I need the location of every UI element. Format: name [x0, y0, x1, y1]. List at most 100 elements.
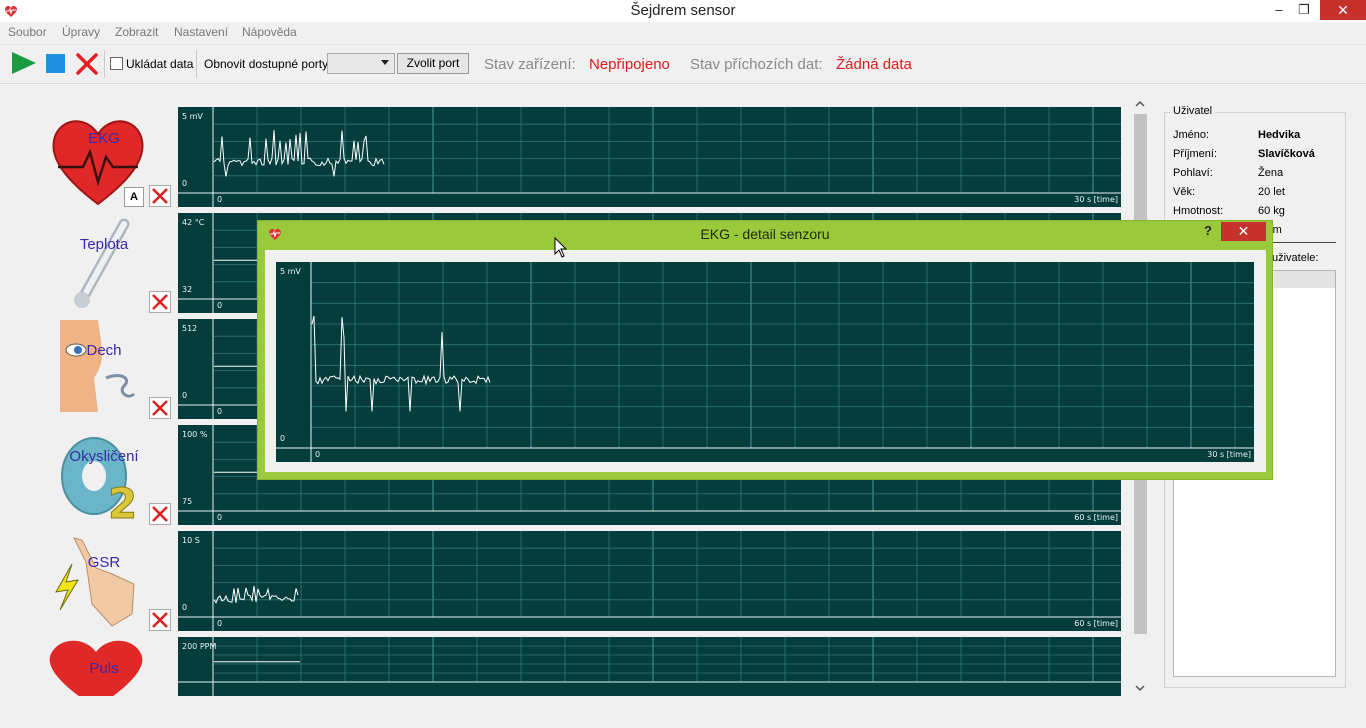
chart-y-max: 10 S — [182, 536, 200, 545]
ekg-chart: 5 mV 0 0 30 s [time] — [178, 107, 1121, 207]
data-status-label: Stav příchozích dat: — [690, 56, 823, 73]
chart-y-min: 0 — [182, 603, 188, 612]
chart-x-min: 0 — [315, 450, 321, 459]
remove-sensor-teplota-button[interactable] — [149, 291, 171, 313]
save-data-label: Ukládat data — [126, 57, 194, 71]
clear-button[interactable] — [75, 52, 99, 76]
user-age: 20 let — [1258, 186, 1285, 198]
restore-button[interactable]: ❐ — [1290, 0, 1318, 20]
ekg-detail-chart: 5 mV 0 0 30 s [time] — [276, 262, 1254, 462]
sensor-label-okysliceni: Okysličení — [69, 448, 139, 465]
chart-x-min: 0 — [217, 619, 223, 628]
chevron-down-icon — [381, 60, 389, 65]
menu-soubor[interactable]: Soubor — [8, 25, 47, 39]
gsr-hand-icon — [52, 534, 142, 633]
chart-x-max: 30 s [time] — [1207, 450, 1251, 459]
sensor-label-dech: Dech — [86, 342, 122, 359]
chart-x-max: 30 s [time] — [1074, 195, 1118, 204]
chart-y-max: 200 PPM — [182, 642, 217, 651]
menu-zobrazit[interactable]: Zobrazit — [115, 25, 158, 39]
signal-trace — [213, 130, 385, 177]
ekg-auto-button[interactable]: A — [124, 187, 144, 207]
menu-upravy[interactable]: Úpravy — [62, 25, 100, 39]
chart-y-min: 0 — [280, 434, 286, 443]
chart-y-min: 0 — [182, 179, 188, 188]
chart-y-max: 512 — [182, 324, 198, 333]
gsr-chart: 10 S 0 0 60 s [time] — [178, 531, 1121, 631]
chart-canvas — [276, 262, 1254, 462]
menu-nastaveni[interactable]: Nastavení — [174, 25, 228, 39]
remove-sensor-ekg-button[interactable] — [149, 185, 171, 207]
user-group-title: Uživatel — [1170, 105, 1216, 117]
user-field-key: Jméno: — [1173, 129, 1210, 141]
chart-canvas — [178, 107, 1121, 207]
sensor-label-puls: Puls — [89, 660, 119, 677]
chart-x-max: 60 s [time] — [1074, 619, 1118, 628]
user-field-key: Hmotnost: — [1173, 205, 1224, 217]
user-weight: 60 kg — [1258, 205, 1285, 217]
divider — [1270, 242, 1336, 243]
device-status-value: Nepřipojeno — [589, 56, 670, 73]
remove-sensor-gsr-button[interactable] — [149, 609, 171, 631]
save-data-checkbox[interactable] — [110, 57, 123, 70]
chart-y-max: 42 °C — [182, 218, 205, 227]
user-field-key: Věk: — [1173, 186, 1196, 198]
chart-canvas — [178, 637, 1121, 696]
chart-y-min: 32 — [182, 285, 193, 294]
red-x-icon — [152, 506, 168, 522]
chart-x-min: 0 — [217, 195, 223, 204]
red-x-icon — [152, 294, 168, 310]
toolbar-separator — [196, 50, 197, 78]
chart-y-min: 75 — [182, 497, 193, 506]
user-field-key: Příjmení: — [1173, 148, 1218, 160]
close-window-button[interactable]: ✕ — [1320, 0, 1366, 20]
chart-x-max: 60 s [time] — [1074, 513, 1118, 522]
chart-x-min: 0 — [217, 301, 223, 310]
start-button[interactable] — [12, 52, 36, 74]
chart-y-min: 0 — [182, 391, 188, 400]
dialog-title: EKG - detail senzoru — [700, 226, 830, 242]
puls-chart: 200 PPM — [178, 637, 1121, 696]
choose-port-button[interactable]: Zvolit port — [397, 53, 469, 74]
remove-sensor-dech-button[interactable] — [149, 397, 171, 419]
scroll-up-icon[interactable] — [1134, 98, 1146, 112]
chart-canvas — [178, 531, 1121, 631]
dialog-close-button[interactable]: ✕ — [1221, 222, 1266, 241]
chart-x-min: 0 — [217, 407, 223, 416]
mouse-cursor-icon — [554, 236, 568, 262]
user-list-selected-row[interactable] — [1274, 271, 1335, 288]
signal-trace — [311, 315, 491, 412]
user-last-name: Slavíčková — [1258, 148, 1315, 160]
oxygen-o2-icon: 2 — [58, 432, 138, 529]
svg-text:2: 2 — [108, 479, 137, 524]
chart-x-min: 0 — [217, 513, 223, 522]
refresh-ports-button[interactable]: Obnovit dostupné porty — [204, 57, 328, 71]
chart-y-max: 100 % — [182, 430, 208, 439]
toolbar-separator — [104, 50, 105, 78]
minimize-button[interactable]: – — [1265, 0, 1293, 20]
chart-y-max: 5 mV — [280, 267, 301, 276]
red-x-icon — [152, 612, 168, 628]
sensor-label-gsr: GSR — [87, 554, 121, 571]
red-x-icon — [152, 400, 168, 416]
menu-napoveda[interactable]: Nápověda — [242, 25, 297, 39]
stop-button[interactable] — [46, 54, 65, 73]
user-list-caption: uživatele: — [1272, 252, 1319, 264]
sensor-label-teplota: Teplota — [79, 236, 129, 253]
help-button[interactable]: ? — [1198, 223, 1218, 241]
red-x-icon — [152, 188, 168, 204]
red-x-icon — [76, 53, 98, 75]
user-first-name: Hedvika — [1258, 129, 1301, 141]
device-status-label: Stav zařízení: — [484, 56, 576, 73]
thermometer-icon — [68, 218, 138, 317]
sensor-label-ekg: EKG — [88, 130, 120, 147]
user-field-key: Pohlaví: — [1173, 167, 1213, 179]
user-gender: Žena — [1258, 167, 1284, 179]
breath-face-icon — [58, 320, 138, 415]
signal-trace — [213, 585, 299, 604]
window-title: Šejdrem sensor — [630, 2, 736, 19]
remove-sensor-okysliceni-button[interactable] — [149, 503, 171, 525]
data-status-value: Žádná data — [836, 56, 912, 73]
chart-y-max: 5 mV — [182, 112, 203, 121]
scroll-down-icon[interactable] — [1134, 682, 1146, 696]
